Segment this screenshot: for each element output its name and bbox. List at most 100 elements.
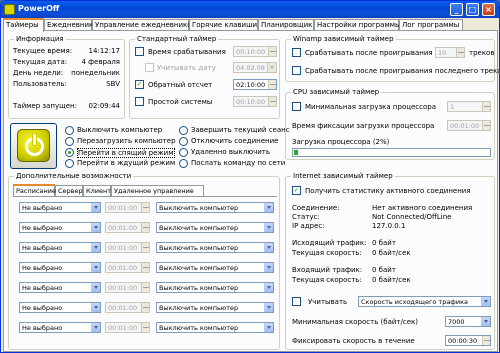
fix-speed-input[interactable]: 00:00:30 <box>445 335 491 346</box>
schedule-action-select[interactable]: Выключить компьютер <box>156 302 274 313</box>
spin-icon[interactable] <box>268 47 276 56</box>
chevron-down-icon[interactable] <box>267 63 276 72</box>
radio-net-command[interactable] <box>179 159 188 168</box>
min-speed-select[interactable]: 7000 <box>445 316 491 327</box>
schedule-time-value: 00:01:00 <box>108 244 138 252</box>
schedule-event-select[interactable]: Не выбрано <box>19 302 101 313</box>
date-input[interactable]: 04.02.08 <box>233 62 277 73</box>
spin-icon[interactable] <box>482 121 490 130</box>
countdown-value: 02:10:00 <box>236 81 266 89</box>
spin-icon[interactable] <box>141 243 149 252</box>
chevron-down-icon[interactable] <box>91 203 100 212</box>
idle-input[interactable]: 00:10:00 <box>233 96 277 107</box>
schedule-event-value: Не выбрано <box>22 224 63 232</box>
subtab-remote[interactable]: Удаленное управление <box>111 185 204 196</box>
schedule-action-select[interactable]: Выключить компьютер <box>156 322 274 333</box>
radio-sleep[interactable] <box>65 148 74 157</box>
maximize-button[interactable]: □ <box>466 3 479 16</box>
cpu-fix-input[interactable]: 00:01:00 <box>447 120 491 131</box>
schedule-action-select[interactable]: Выключить компьютер <box>156 262 274 273</box>
chevron-down-icon[interactable] <box>91 243 100 252</box>
schedule-time-input[interactable]: 00:01:00 <box>105 202 150 213</box>
chevron-down-icon[interactable] <box>91 283 100 292</box>
trigger-time-checkbox[interactable] <box>135 47 144 56</box>
cpu-min-input[interactable]: 1 <box>447 101 491 112</box>
radio-remote-off[interactable] <box>179 148 188 157</box>
chevron-down-icon[interactable] <box>264 223 273 232</box>
chevron-down-icon[interactable] <box>91 303 100 312</box>
connection-value: Нет активного соединения <box>372 204 473 212</box>
subtab-schedule[interactable]: Расписание <box>13 184 56 196</box>
schedule-row: Не выбрано 00:01:00 Выключить компьютер <box>13 222 277 234</box>
schedule-action-value: Выключить компьютер <box>159 264 239 272</box>
window-title: PowerOff <box>18 4 60 13</box>
chevron-down-icon[interactable] <box>264 243 273 252</box>
radio-shutdown[interactable] <box>65 126 74 135</box>
extra-title: Дополнительные возможности <box>14 172 134 180</box>
tracks-input[interactable]: 10 <box>435 47 465 58</box>
idle-checkbox[interactable] <box>135 97 144 106</box>
spin-icon[interactable] <box>141 223 149 232</box>
cpu-fix-value: 00:01:00 <box>450 122 480 130</box>
schedule-action-select[interactable]: Выключить компьютер <box>156 282 274 293</box>
schedule-time-input[interactable]: 00:01:00 <box>105 282 150 293</box>
schedule-action-select[interactable]: Выключить компьютер <box>156 202 274 213</box>
countdown-input[interactable]: 02:10:00 <box>233 79 277 90</box>
schedule-time-input[interactable]: 00:01:00 <box>105 222 150 233</box>
chevron-down-icon[interactable] <box>264 323 273 332</box>
spin-icon[interactable] <box>268 97 276 106</box>
title-bar[interactable]: PowerOff _ □ × <box>1 1 499 18</box>
radio-remote-off-label: Удаленно выключить <box>191 148 270 156</box>
minimize-button[interactable]: _ <box>450 3 463 16</box>
speed-type-select[interactable]: Скорость исходящего трафика <box>358 296 491 307</box>
schedule-event-select[interactable]: Не выбрано <box>19 282 101 293</box>
schedule-event-select[interactable]: Не выбрано <box>19 322 101 333</box>
chevron-down-icon[interactable] <box>91 323 100 332</box>
chevron-down-icon[interactable] <box>264 283 273 292</box>
spin-icon[interactable] <box>482 336 490 345</box>
radio-logoff[interactable] <box>179 126 188 135</box>
radio-disconnect[interactable] <box>179 137 188 146</box>
spin-icon[interactable] <box>268 80 276 89</box>
subtab-server[interactable]: Сервер <box>55 185 83 196</box>
spin-icon[interactable] <box>141 263 149 272</box>
radio-reboot[interactable] <box>65 137 74 146</box>
spin-icon[interactable] <box>482 102 490 111</box>
spin-icon[interactable] <box>141 283 149 292</box>
spin-icon[interactable] <box>141 323 149 332</box>
chevron-down-icon[interactable] <box>481 297 490 306</box>
spin-icon[interactable] <box>456 48 464 57</box>
chevron-down-icon[interactable] <box>264 303 273 312</box>
schedule-time-input[interactable]: 00:01:00 <box>105 302 150 313</box>
out-traffic-value: 0 байт <box>372 239 396 247</box>
radio-standby[interactable] <box>65 159 74 168</box>
winamp-last-checkbox[interactable] <box>292 66 301 75</box>
power-button[interactable] <box>10 123 57 169</box>
schedule-event-select[interactable]: Не выбрано <box>19 242 101 253</box>
account-date-checkbox[interactable] <box>145 63 154 72</box>
schedule-event-select[interactable]: Не выбрано <box>19 262 101 273</box>
chevron-down-icon[interactable] <box>264 203 273 212</box>
trigger-time-input[interactable]: 00:10:00 <box>233 46 277 57</box>
chevron-down-icon[interactable] <box>91 223 100 232</box>
close-button[interactable]: × <box>482 3 495 16</box>
get-stats-checkbox[interactable]: ✓ <box>292 186 301 195</box>
spin-icon[interactable] <box>141 203 149 212</box>
schedule-time-input[interactable]: 00:01:00 <box>105 262 150 273</box>
chevron-down-icon[interactable] <box>91 263 100 272</box>
countdown-checkbox[interactable]: ✓ <box>135 80 144 89</box>
tab-timers[interactable]: Таймеры <box>3 18 44 32</box>
account-speed-checkbox[interactable] <box>292 297 301 306</box>
schedule-event-select[interactable]: Не выбрано <box>19 202 101 213</box>
schedule-action-select[interactable]: Выключить компьютер <box>156 222 274 233</box>
cpu-min-checkbox[interactable] <box>292 102 301 111</box>
chevron-down-icon[interactable] <box>264 263 273 272</box>
schedule-time-input[interactable]: 00:01:00 <box>105 322 150 333</box>
schedule-event-select[interactable]: Не выбрано <box>19 222 101 233</box>
schedule-action-select[interactable]: Выключить компьютер <box>156 242 274 253</box>
schedule-time-input[interactable]: 00:01:00 <box>105 242 150 253</box>
winamp-plays-checkbox[interactable] <box>292 48 301 57</box>
chevron-down-icon[interactable] <box>481 317 490 326</box>
spin-icon[interactable] <box>141 303 149 312</box>
subtab-client[interactable]: Клиент <box>83 185 111 196</box>
